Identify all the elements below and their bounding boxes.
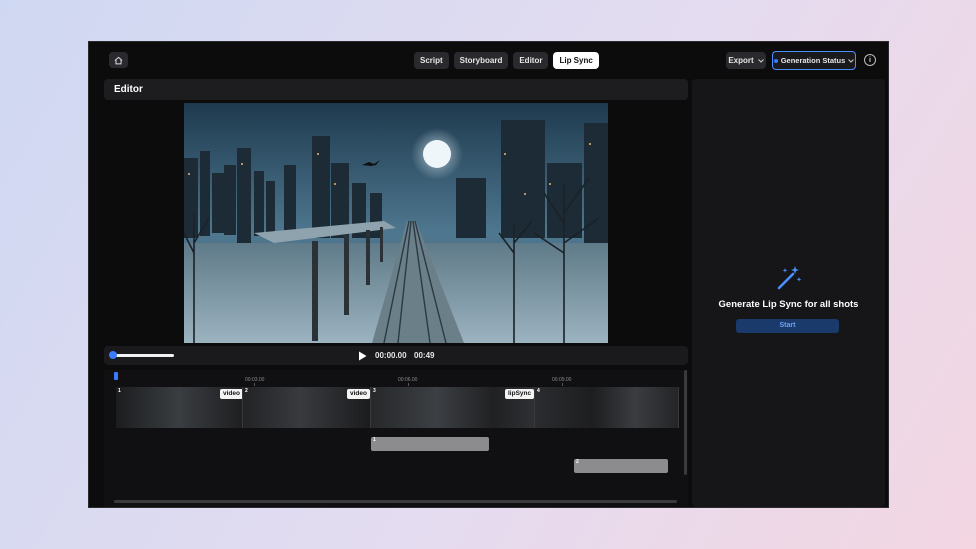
vertical-scrollbar[interactable] (684, 370, 687, 475)
ruler-tick (562, 383, 563, 386)
export-button[interactable]: Export (726, 52, 766, 69)
home-button[interactable] (109, 52, 128, 68)
video-clip[interactable]: 4 (535, 387, 679, 428)
tab-script[interactable]: Script (414, 52, 449, 69)
tab-storyboard[interactable]: Storyboard (453, 52, 509, 69)
volume-slider[interactable] (111, 354, 174, 357)
generation-status-button[interactable]: Generation Status (772, 51, 856, 70)
audio-clip-number: 1 (373, 437, 376, 443)
clip-type-badge: video (347, 389, 370, 399)
info-icon: i (869, 56, 871, 64)
clip-number: 2 (245, 388, 248, 394)
clip-type-badge: video (220, 389, 242, 399)
audio-clip-number: 2 (576, 459, 579, 465)
total-duration: 00:49 (414, 351, 435, 360)
video-clip[interactable]: 2 video (243, 387, 371, 428)
generation-status-label: Generation Status (780, 56, 846, 65)
audio-clip[interactable]: 2 (574, 459, 668, 473)
info-button[interactable]: i (864, 54, 876, 66)
editor-header: Editor (104, 79, 688, 100)
current-time: 00:00.00 (375, 351, 407, 360)
ruler-tick (254, 383, 255, 386)
chevron-down-icon (757, 58, 764, 63)
export-label: Export (728, 56, 754, 65)
slider-handle[interactable] (109, 351, 117, 359)
tab-lip-sync[interactable]: Lip Sync (553, 52, 599, 69)
playhead-marker[interactable] (114, 372, 118, 380)
video-clip[interactable]: 3 lipSync (371, 387, 535, 428)
home-icon (114, 56, 123, 64)
clip-number: 3 (373, 388, 376, 394)
clip-type-badge: lipSync (505, 389, 534, 399)
video-frame-image (184, 103, 608, 343)
clip-thumbnail (535, 387, 678, 428)
playback-bar: 00:00.00 00:49 (104, 346, 688, 365)
ruler-tick (408, 383, 409, 386)
play-icon[interactable] (358, 351, 367, 361)
lip-sync-heading: Generate Lip Sync for all shots (718, 299, 859, 310)
status-dot-icon (773, 58, 778, 63)
app-window: Script Storyboard Editor Lip Sync Export… (88, 41, 889, 508)
horizontal-scrollbar[interactable] (114, 500, 677, 503)
top-bar: Script Storyboard Editor Lip Sync Export… (89, 42, 888, 77)
video-clip[interactable]: 1 video (116, 387, 243, 428)
start-button[interactable]: Start (736, 319, 839, 333)
clip-number: 1 (118, 388, 121, 394)
chevron-down-icon (848, 58, 855, 63)
tab-editor[interactable]: Editor (513, 52, 549, 69)
clip-number: 4 (537, 388, 540, 394)
video-preview[interactable] (184, 103, 608, 343)
magic-wand-icon (777, 266, 802, 290)
nav-tabs: Script Storyboard Editor Lip Sync (414, 52, 599, 69)
timeline[interactable]: 00:03.00 00:06.00 00:09.00 1 video 2 vid… (104, 370, 688, 507)
audio-clip[interactable]: 1 (371, 437, 489, 451)
lip-sync-panel: Generate Lip Sync for all shots Start (692, 79, 885, 507)
